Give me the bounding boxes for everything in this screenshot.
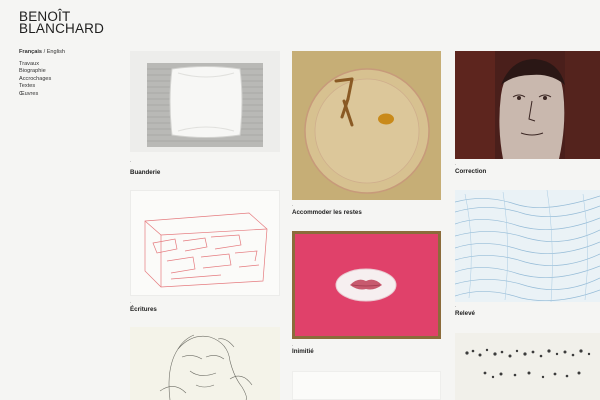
work-card-bottom-middle[interactable] bbox=[292, 371, 441, 400]
nav-item-accrochages[interactable]: Accrochages bbox=[19, 76, 51, 83]
work-card-dots[interactable] bbox=[455, 333, 600, 400]
work-title-inimitie[interactable]: Inimitié bbox=[292, 348, 314, 355]
insect-dots-artwork bbox=[455, 333, 600, 400]
work-marker: . bbox=[130, 299, 132, 305]
work-image-accommoder[interactable] bbox=[292, 51, 441, 200]
nav-item-textes[interactable]: Textes bbox=[19, 83, 51, 90]
work-title-buanderie[interactable]: Buanderie bbox=[130, 169, 160, 176]
work-image-bottom-middle[interactable] bbox=[292, 371, 441, 400]
work-marker: . bbox=[455, 161, 457, 167]
work-image-correction[interactable] bbox=[455, 51, 600, 159]
work-image-releve[interactable] bbox=[455, 190, 600, 302]
work-card-sketch-portrait[interactable] bbox=[130, 327, 280, 400]
work-title-releve[interactable]: Relevé bbox=[455, 310, 475, 317]
artist-name-logo[interactable]: BENOÎT BLANCHARD bbox=[19, 10, 105, 36]
portrait-artwork bbox=[455, 51, 600, 159]
nav-item-oeuvres[interactable]: Œuvres bbox=[19, 91, 51, 98]
language-switcher: Français / English bbox=[19, 49, 65, 55]
work-image-buanderie[interactable] bbox=[130, 51, 280, 152]
pillow-artwork bbox=[147, 63, 263, 147]
work-card-accommoder[interactable]: . Accommoder les restes bbox=[292, 51, 441, 221]
work-title-ecritures[interactable]: Écritures bbox=[130, 306, 157, 313]
work-card-releve[interactable]: . Relevé bbox=[455, 190, 600, 320]
nav-item-travaux[interactable]: Travaux bbox=[19, 61, 51, 68]
main-nav: Travaux Biographie Accrochages Textes Œu… bbox=[19, 61, 51, 98]
work-marker: . bbox=[455, 303, 457, 309]
work-image-dots[interactable] bbox=[455, 333, 600, 400]
work-image-inimitie[interactable] bbox=[292, 231, 441, 339]
work-title-correction[interactable]: Correction bbox=[455, 168, 486, 175]
blue-lines-artwork bbox=[455, 190, 600, 302]
work-image-sketch-portrait[interactable] bbox=[130, 327, 280, 400]
work-image-ecritures[interactable] bbox=[130, 190, 280, 296]
nav-item-biographie[interactable]: Biographie bbox=[19, 68, 51, 75]
plate-bones-artwork bbox=[292, 51, 441, 200]
pencil-sketch-artwork bbox=[159, 334, 253, 400]
work-marker: . bbox=[292, 202, 294, 208]
work-card-buanderie[interactable]: . Buanderie bbox=[130, 51, 280, 176]
pink-mouth-artwork bbox=[292, 231, 441, 339]
work-card-correction[interactable]: . Correction bbox=[455, 51, 600, 179]
work-card-inimitie[interactable]: . Inimitié bbox=[292, 231, 441, 359]
work-title-accommoder[interactable]: Accommoder les restes bbox=[292, 209, 362, 216]
work-card-ecritures[interactable]: . Écritures bbox=[130, 190, 280, 315]
artist-last-name: BLANCHARD bbox=[19, 21, 105, 36]
red-sketch-artwork bbox=[144, 212, 268, 288]
work-marker: . bbox=[130, 158, 132, 164]
lang-french[interactable]: Français bbox=[19, 49, 42, 55]
lang-english[interactable]: English bbox=[47, 49, 65, 55]
